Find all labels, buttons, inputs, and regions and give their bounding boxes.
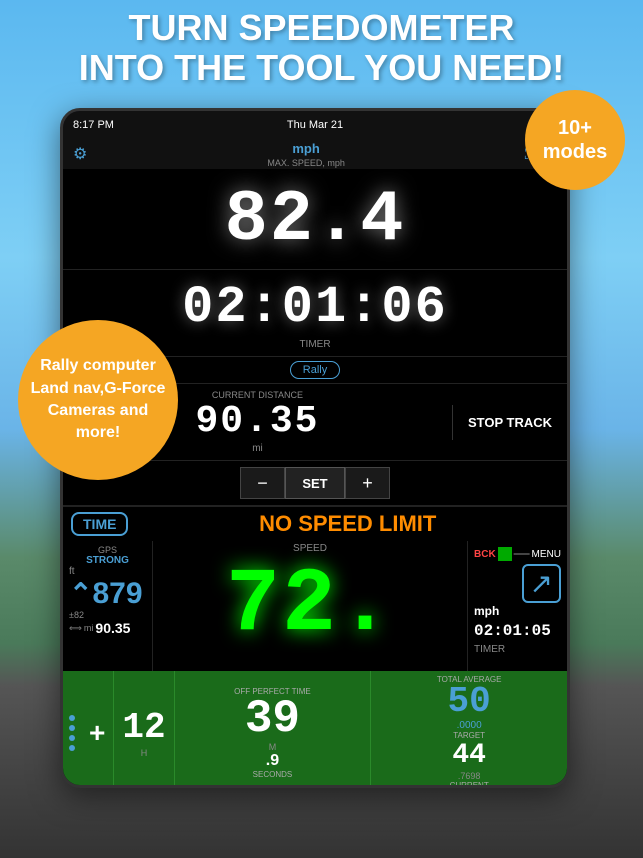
seconds-label: SECONDS — [253, 770, 293, 779]
time-mode-badge[interactable]: TIME — [71, 512, 128, 536]
gps-panel: GPS STRONG ft ⌃ 879 ±82 ⟺ mi 90.35 — [63, 541, 153, 671]
app-header-row: ⚙ mph MAX. SPEED, mph ⛶ ☰ — [63, 139, 567, 169]
right-top-row: BCK — MENU — [474, 545, 561, 563]
gps-mi-icon: ⟺ — [69, 623, 82, 634]
header-line1: TURN SPEEDOMETER — [0, 8, 643, 48]
bck-label: BCK — [474, 549, 496, 560]
bottom-green-bar: + 12 H OFF PERFECT TIME 39 M .9 SECONDS … — [63, 671, 567, 785]
menu-label[interactable]: MENU — [532, 549, 561, 560]
gps-mi-label: mi — [84, 623, 94, 633]
settings-icon[interactable]: ⚙ — [73, 144, 87, 164]
plus-button[interactable]: + — [345, 467, 390, 499]
gps-accuracy: ±82 — [69, 610, 146, 620]
plus-section: + — [81, 671, 114, 785]
features-text: Rally computer Land nav,G-Force Cameras … — [18, 345, 178, 455]
timer-value: 02:01:06 — [63, 278, 567, 337]
features-bubble: Rally computer Land nav,G-Force Cameras … — [18, 320, 178, 480]
stop-track-button[interactable]: STOP TRACK — [452, 405, 567, 440]
modes-bubble: 10+modes — [525, 90, 625, 190]
header-line2: INTO THE TOOL YOU NEED! — [0, 48, 643, 88]
speed-display: 82.4 — [63, 169, 567, 270]
seconds-value: .9 — [266, 752, 279, 770]
speed-top-label: SPEED — [293, 543, 327, 554]
max-speed-label: MAX. SPEED, mph — [87, 158, 525, 168]
rally-badge[interactable]: Rally — [290, 361, 340, 379]
right-unit-label: mph — [474, 604, 561, 618]
hud-section: TIME NO SPEED LIMIT GPS STRONG ft ⌃ 879 … — [63, 505, 567, 671]
modes-text: 10+modes — [543, 116, 607, 164]
off-perfect-section: OFF PERFECT TIME 39 M .9 SECONDS — [174, 671, 371, 785]
gps-dist-value: 90.35 — [95, 620, 130, 636]
gps-ft-label: ft — [69, 566, 75, 577]
dot-2 — [69, 725, 75, 731]
right-arrow-icon[interactable]: ↗ — [522, 564, 561, 603]
m-label: M — [269, 742, 277, 752]
dot-3 — [69, 735, 75, 741]
target-label: TARGET — [453, 731, 485, 740]
current-label: CURRENT — [450, 781, 489, 785]
green-indicator — [498, 547, 512, 561]
hud-main: GPS STRONG ft ⌃ 879 ±82 ⟺ mi 90.35 — [63, 541, 567, 671]
current-value: 44 — [452, 740, 486, 771]
dot-4 — [69, 745, 75, 751]
target-value: 50 — [448, 684, 491, 720]
minus-button[interactable]: − — [240, 467, 285, 499]
hours-value: 12 — [122, 707, 165, 748]
speed-unit-label: mph — [292, 141, 319, 156]
altitude-value: 879 — [92, 579, 142, 609]
right-time-value: 02:01:05 — [474, 622, 561, 640]
h-label: H — [141, 748, 148, 758]
device-date: Thu Mar 21 — [287, 119, 343, 131]
altitude-icon: ⌃ — [69, 577, 92, 610]
minutes-value: 39 — [245, 696, 300, 742]
current-sub: .7698 — [458, 771, 481, 781]
no-speed-limit-label: NO SPEED LIMIT — [136, 511, 559, 537]
total-avg-section: TOTAL AVERAGE 50 .0000 TARGET 44 .7698 C… — [370, 671, 567, 785]
dot-1 — [69, 715, 75, 721]
right-timer-label: TIMER — [474, 644, 561, 655]
gps-strength: STRONG — [69, 555, 146, 566]
dot-column — [63, 671, 81, 785]
device-time: 8:17 PM — [73, 119, 114, 131]
hud-top-row: TIME NO SPEED LIMIT — [63, 507, 567, 541]
hud-speed-value: 72. — [226, 561, 394, 651]
hours-section: 12 H — [114, 671, 173, 785]
plus-sign: + — [89, 719, 105, 747]
header-section: TURN SPEEDOMETER INTO THE TOOL YOU NEED! — [0, 8, 643, 87]
device-topbar: 8:17 PM Thu Mar 21 ▲ ▮ — [63, 111, 567, 139]
set-button[interactable]: SET — [285, 467, 345, 499]
gps-label: GPS — [69, 545, 146, 555]
target-sub: .0000 — [457, 720, 482, 731]
center-speed-display: SPEED 72. — [153, 541, 467, 671]
gps-distance-row: ⟺ mi 90.35 — [69, 620, 146, 636]
speed-value: 82.4 — [63, 179, 567, 261]
right-panel: BCK — MENU ↗ mph 02:01:05 TIMER — [467, 541, 567, 671]
dash-sep: — — [514, 545, 530, 563]
right-arrow-container: ↗ — [474, 567, 561, 600]
